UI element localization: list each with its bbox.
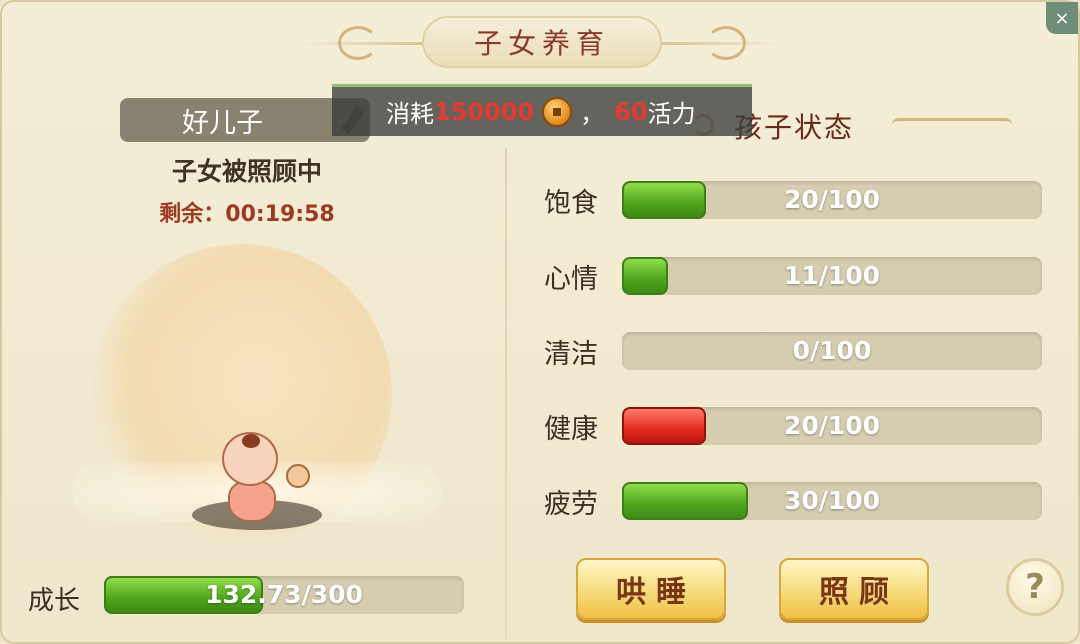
growth-value: 132.73/300: [205, 580, 363, 609]
growth-label: 成长: [28, 586, 81, 616]
close-button[interactable]: ×: [1046, 2, 1078, 34]
stat-label: 清洁: [544, 339, 598, 370]
rattle-icon: [286, 464, 310, 488]
status-title: 孩子状态: [734, 111, 855, 144]
stat-bar: 0/100: [622, 332, 1042, 370]
stat-value: 20/100: [783, 185, 881, 214]
stat-value: 11/100: [783, 261, 881, 290]
stat-bar: 20/100: [622, 181, 1042, 219]
scroll-ornament-icon: [338, 26, 378, 60]
panel-divider: [505, 148, 507, 638]
child-avatar-hair: [242, 434, 260, 448]
cost-separator: ，: [580, 100, 605, 128]
sleep-button[interactable]: 哄睡: [576, 558, 726, 620]
vitality-suffix: 活力: [647, 100, 696, 128]
care-button[interactable]: 照顾: [779, 558, 929, 620]
stat-label: 饱食: [544, 188, 598, 219]
title-banner: 子女养育: [302, 12, 782, 72]
cost-tooltip: 消耗 150000 ， 60 活力: [332, 84, 752, 136]
coin-icon: [542, 96, 573, 127]
stat-value: 30/100: [783, 486, 881, 515]
stat-label: 心情: [544, 264, 598, 295]
help-button[interactable]: ?: [1006, 558, 1064, 616]
stat-label: 健康: [544, 414, 598, 445]
remaining-label: 剩余：: [159, 202, 226, 227]
stat-value: 0/100: [792, 336, 872, 365]
stat-value: 20/100: [783, 411, 881, 440]
growth-bar: 132.73/300: [104, 576, 464, 614]
stat-bar: 20/100: [622, 407, 1042, 445]
child-avatar-body: [228, 480, 276, 522]
scroll-ornament-icon: [706, 26, 746, 60]
stat-bar: 11/100: [622, 257, 1042, 295]
care-status-text: 子女被照顾中: [171, 157, 322, 186]
cost-amount: 150000: [434, 97, 535, 126]
status-ornament: [892, 118, 1012, 132]
remaining-time-row: 剩余：00:19:58: [112, 196, 382, 228]
panel-title: 子女养育: [422, 16, 662, 68]
remaining-time: 00:19:58: [225, 202, 335, 227]
vitality-amount: 60: [614, 97, 648, 126]
cost-prefix: 消耗: [386, 100, 434, 128]
child-raising-panel: 子女养育 × 好儿子 消耗 150000 ， 60 活力 子女被照顾中 剩余：0…: [0, 0, 1080, 644]
stat-bar: 30/100: [622, 482, 1042, 520]
child-name: 好儿子: [182, 107, 263, 139]
stat-label: 疲劳: [544, 489, 598, 520]
